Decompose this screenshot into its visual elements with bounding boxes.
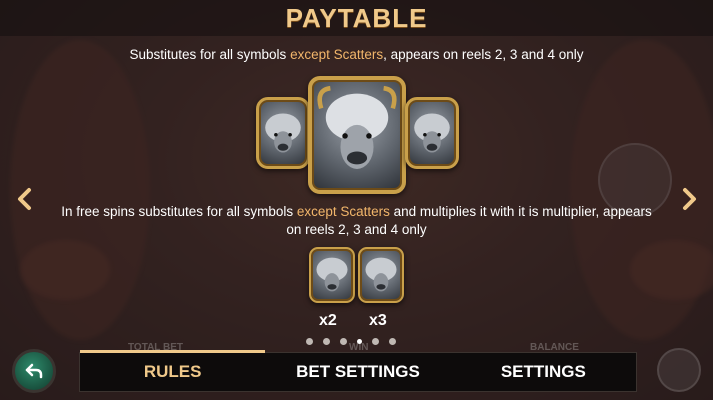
bison-wild-symbol-large [308, 76, 406, 194]
bison-icon [414, 113, 450, 153]
pagination-dot[interactable] [323, 338, 330, 345]
bison-wild-symbol [405, 97, 459, 169]
bison-icon [316, 257, 348, 292]
pagination [306, 338, 396, 345]
bison-icon [265, 113, 301, 153]
bison-wild-symbol [256, 97, 310, 169]
pagination-dot[interactable] [372, 338, 379, 345]
back-button[interactable] [12, 349, 56, 393]
bison-multiplier-symbol [309, 247, 355, 303]
highlight-text: except Scatters [290, 47, 384, 62]
next-page-button[interactable] [678, 184, 702, 214]
wild-description: Substitutes for all symbols except Scatt… [129, 47, 584, 62]
chevron-right-icon [683, 188, 696, 210]
highlight-text: except Scatters [296, 204, 390, 219]
pagination-dot-active[interactable] [357, 339, 362, 344]
multiplier-label-x3: x3 [369, 312, 387, 329]
chevron-left-icon [18, 188, 31, 210]
pagination-dot[interactable] [340, 338, 347, 345]
back-arrow-icon [25, 363, 43, 379]
tab-bar: RULES BET SETTINGS SETTINGS [79, 350, 637, 392]
pagination-dot[interactable] [306, 338, 313, 345]
pagination-dot[interactable] [389, 338, 396, 345]
info-button-background [657, 348, 701, 392]
previous-page-button[interactable] [12, 184, 36, 214]
tab-settings[interactable]: SETTINGS [451, 353, 636, 391]
bison-multiplier-symbol [358, 247, 404, 303]
free-spins-description: In free spins substitutes for all symbol… [61, 204, 652, 237]
tab-bet-settings[interactable]: BET SETTINGS [265, 353, 450, 391]
bison-icon [317, 85, 397, 169]
multiplier-label-x2: x2 [319, 312, 337, 329]
tab-rules[interactable]: RULES [80, 350, 266, 391]
bison-icon [365, 257, 397, 292]
page-title: PAYTABLE [285, 2, 428, 33]
title-bar: PAYTABLE [0, 0, 713, 36]
